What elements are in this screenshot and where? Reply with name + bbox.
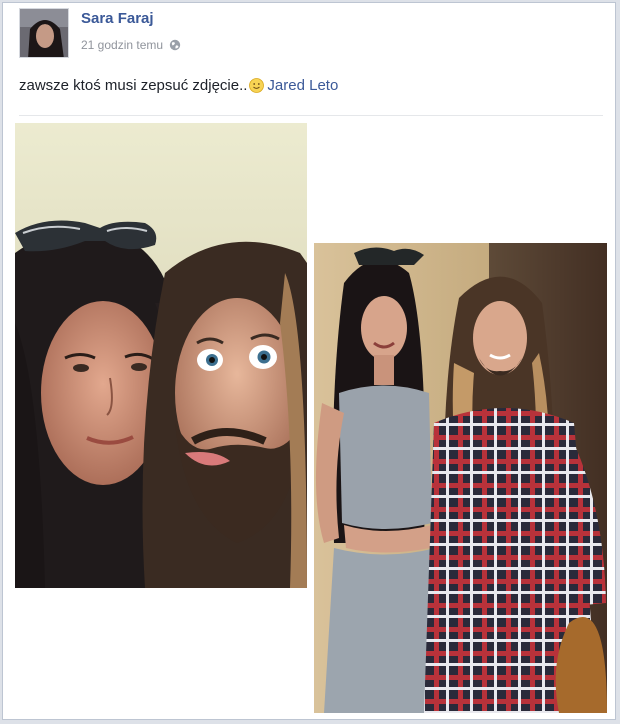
smile-emoji-icon	[249, 78, 265, 93]
avatar-image	[20, 9, 68, 57]
divider	[19, 115, 603, 116]
author-avatar[interactable]	[19, 8, 69, 58]
post-photo-1[interactable]	[15, 123, 307, 588]
tagged-person-link[interactable]: Jared Leto	[267, 77, 338, 94]
post-message-text: zawsze ktoś musi zepsuć zdjęcie..	[19, 77, 248, 94]
post-message: zawsze ktoś musi zepsuć zdjęcie.. Jared …	[19, 77, 338, 94]
post-timestamp[interactable]: 21 godzin temu	[81, 38, 163, 52]
post-card: Sara Faraj 21 godzin temu zawsze ktoś mu…	[2, 2, 616, 720]
post-photo-2[interactable]	[314, 243, 607, 713]
globe-icon[interactable]	[169, 39, 181, 51]
author-name[interactable]: Sara Faraj	[81, 10, 154, 27]
post-meta: 21 godzin temu	[81, 38, 181, 52]
photo-2-image	[314, 243, 607, 713]
post-header: Sara Faraj 21 godzin temu	[19, 8, 599, 58]
photo-1-image	[15, 123, 307, 588]
